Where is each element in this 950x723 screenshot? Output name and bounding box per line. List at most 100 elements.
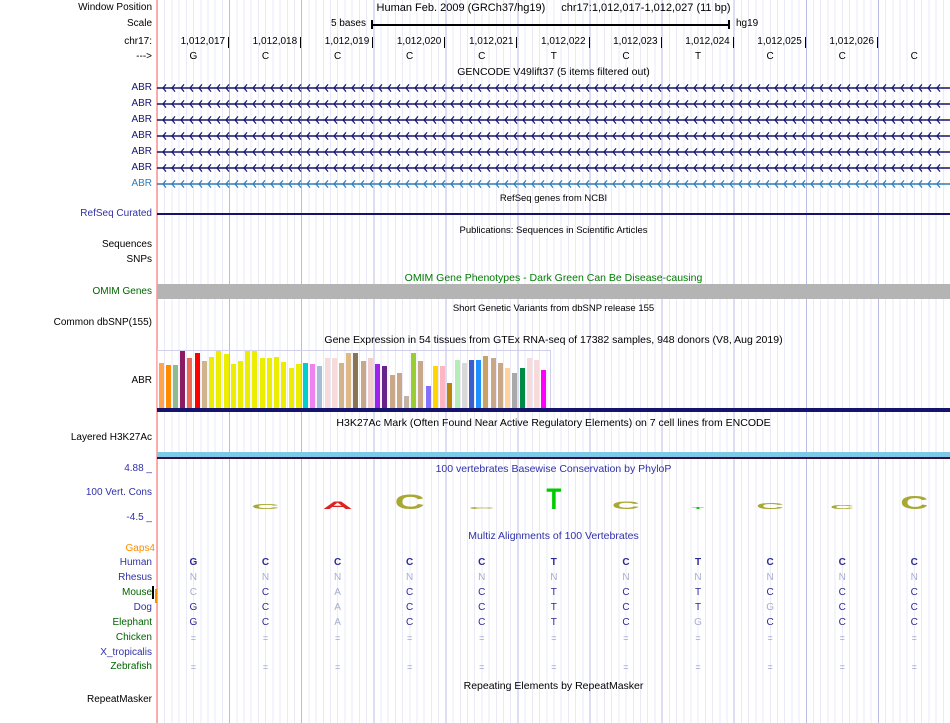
gtex-bar[interactable] — [454, 360, 460, 408]
gtex-bar[interactable] — [483, 356, 489, 408]
dbsnp-track-title[interactable]: Short Genetic Variants from dbSNP releas… — [157, 303, 950, 315]
coordinate-tick — [444, 37, 446, 48]
gtex-bar[interactable] — [512, 373, 518, 408]
gtex-bar[interactable] — [519, 368, 525, 408]
gene-row-label-abr[interactable]: ABR — [131, 98, 152, 110]
gtex-bar[interactable] — [440, 366, 446, 408]
gtex-bar[interactable] — [266, 358, 272, 408]
gtex-bar[interactable] — [165, 365, 171, 408]
gtex-bar[interactable] — [274, 357, 279, 408]
refseq-gene-line[interactable] — [157, 213, 950, 215]
omim-genes-label[interactable]: OMIM Genes — [93, 286, 152, 298]
multiz-cell: = — [839, 633, 845, 643]
publications-track-title[interactable]: Publications: Sequences in Scientific Ar… — [157, 225, 950, 237]
gtex-bar[interactable] — [375, 364, 381, 408]
conservation-label[interactable]: 100 Vert. Cons — [86, 487, 152, 499]
gtex-bar[interactable] — [367, 358, 373, 408]
gtex-bar[interactable] — [216, 351, 222, 408]
gtex-bar[interactable] — [237, 361, 243, 408]
gene-row-abr[interactable] — [157, 83, 950, 93]
snps-label[interactable]: SNPs — [126, 254, 152, 266]
gene-row-label-abr[interactable]: ABR — [131, 146, 152, 158]
gene-row-label-abr[interactable]: ABR — [131, 82, 152, 94]
gencode-track-title[interactable]: GENCODE V49lift37 (5 items filtered out) — [157, 66, 950, 78]
gtex-bar[interactable] — [324, 358, 330, 408]
multiz-cell: T — [550, 602, 557, 613]
gtex-bar[interactable] — [172, 365, 178, 408]
h3k27ac-track-title[interactable]: H3K27Ac Mark (Often Found Near Active Re… — [157, 417, 950, 429]
repeatmasker-track-title[interactable]: Repeating Elements by RepeatMasker — [157, 680, 950, 692]
gtex-bar[interactable] — [223, 354, 229, 408]
gtex-bar[interactable] — [346, 353, 352, 408]
gtex-bar[interactable] — [194, 353, 200, 408]
gene-row-label-abr[interactable]: ABR — [131, 114, 152, 126]
gtex-track-title[interactable]: Gene Expression in 54 tissues from GTEx … — [157, 334, 950, 346]
gene-row-abr[interactable] — [157, 131, 950, 141]
gtex-bar[interactable] — [209, 357, 214, 408]
gtex-bar[interactable] — [425, 386, 431, 408]
species-label-mouse[interactable]: Mouse — [122, 587, 152, 599]
species-label-zebrafish[interactable]: Zebrafish — [110, 661, 152, 673]
gtex-gene-label[interactable]: ABR — [131, 375, 152, 387]
gene-row-label-abr[interactable]: ABR — [131, 178, 152, 190]
gene-row-abr[interactable] — [157, 99, 950, 109]
gtex-bar[interactable] — [404, 396, 409, 408]
species-label-elephant[interactable]: Elephant — [113, 617, 152, 629]
gtex-bar[interactable] — [259, 358, 265, 408]
gtex-bar[interactable] — [310, 364, 316, 408]
species-label-x_tropicalis[interactable]: X_tropicalis — [100, 647, 152, 659]
species-label-chicken[interactable]: Chicken — [116, 632, 152, 644]
omim-gene-bar[interactable] — [157, 284, 950, 299]
h3k27ac-label[interactable]: Layered H3K27Ac — [71, 432, 152, 444]
gene-row-abr[interactable] — [157, 179, 950, 189]
multiz-gaps-label[interactable]: Gaps4 — [126, 543, 155, 555]
gtex-bar[interactable] — [382, 366, 388, 408]
gtex-bar[interactable] — [476, 360, 482, 408]
gtex-bar[interactable] — [447, 383, 453, 408]
gtex-bar[interactable] — [360, 361, 366, 408]
gtex-bar[interactable] — [245, 351, 251, 408]
gtex-bar[interactable] — [353, 353, 359, 408]
species-label-dog[interactable]: Dog — [134, 602, 152, 614]
gtex-bar[interactable] — [411, 353, 417, 408]
gtex-bar[interactable] — [281, 362, 287, 408]
species-label-human[interactable]: Human — [120, 557, 152, 569]
gtex-bar[interactable] — [505, 368, 511, 408]
gtex-bar[interactable] — [490, 358, 496, 408]
gtex-bar[interactable] — [331, 358, 337, 408]
refseq-curated-label[interactable]: RefSeq Curated — [80, 208, 152, 220]
sequences-label[interactable]: Sequences — [102, 239, 152, 251]
gtex-bar[interactable] — [461, 363, 467, 408]
gene-row-label-abr[interactable]: ABR — [131, 130, 152, 142]
gtex-bar[interactable] — [497, 363, 503, 408]
gtex-bar[interactable] — [252, 351, 258, 408]
refseq-track-title[interactable]: RefSeq genes from NCBI — [157, 193, 950, 205]
gtex-bar[interactable] — [302, 363, 308, 408]
gtex-bar[interactable] — [541, 370, 547, 408]
gtex-bar[interactable] — [288, 368, 294, 408]
species-label-rhesus[interactable]: Rhesus — [118, 572, 152, 584]
gtex-bar[interactable] — [158, 363, 164, 408]
gtex-bar[interactable] — [317, 366, 323, 408]
gtex-bar[interactable] — [533, 360, 539, 408]
gtex-bar[interactable] — [389, 375, 395, 408]
multiz-track-title[interactable]: Multiz Alignments of 100 Vertebrates — [157, 530, 950, 542]
gtex-bar[interactable] — [180, 351, 186, 408]
gene-row-label-abr[interactable]: ABR — [131, 162, 152, 174]
repeatmasker-label[interactable]: RepeatMasker — [87, 694, 152, 706]
gene-row-abr[interactable] — [157, 147, 950, 157]
gene-row-abr[interactable] — [157, 163, 950, 173]
gtex-bar[interactable] — [295, 364, 301, 408]
gtex-bar[interactable] — [187, 358, 193, 408]
gene-row-abr[interactable] — [157, 115, 950, 125]
omim-track-title[interactable]: OMIM Gene Phenotypes - Dark Green Can Be… — [157, 272, 950, 284]
gtex-bar[interactable] — [230, 364, 236, 408]
gtex-bar[interactable] — [339, 363, 344, 408]
gtex-bar[interactable] — [469, 360, 474, 408]
gtex-bar[interactable] — [432, 366, 438, 408]
gtex-bar[interactable] — [201, 361, 207, 408]
gtex-bar[interactable] — [526, 358, 532, 408]
gtex-bar[interactable] — [396, 373, 402, 408]
dbsnp-label[interactable]: Common dbSNP(155) — [54, 317, 152, 329]
gtex-bar[interactable] — [418, 361, 424, 408]
